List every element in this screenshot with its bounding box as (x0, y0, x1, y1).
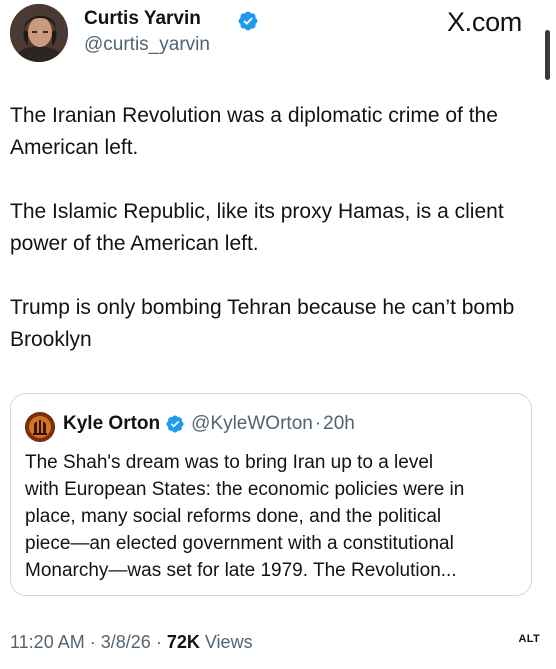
quoted-author-handle[interactable]: @KyleWOrton (191, 413, 313, 435)
tweet-screenshot: Curtis Yarvin @curtis_yarvin X.com The I… (0, 0, 556, 669)
meta-separator: · (89, 632, 96, 652)
verified-badge-icon (238, 11, 258, 31)
tweet-meta: 11:20 AM · 3/8/26 · 72K Views (10, 632, 253, 653)
tweet-text: The Iranian Revolution was a diplomatic … (10, 100, 536, 388)
quoted-timestamp[interactable]: 20h (323, 413, 355, 435)
views-count: 72K (166, 632, 200, 652)
quoted-separator: · (314, 413, 322, 434)
quoted-avatar-image (25, 412, 55, 442)
meta-separator: · (155, 632, 162, 652)
tweet-paragraph: The Islamic Republic, like its proxy Ham… (10, 200, 504, 255)
quoted-tweet-header: Kyle Orton @KyleWOrton · 20h (63, 413, 355, 435)
author-handle[interactable]: @curtis_yarvin (84, 34, 210, 56)
quoted-text-line: Monarchy—was set for late 1979. The Revo… (25, 560, 457, 581)
quoted-author-avatar (25, 412, 55, 442)
quoted-text-line: place, many social reforms done, and the… (25, 506, 442, 527)
tweet-date[interactable]: 3/8/26 (101, 632, 151, 652)
author-avatar[interactable] (10, 4, 68, 62)
author-avatar-image (10, 4, 68, 62)
tweet-paragraph: Trump is only bombing Tehran because he … (10, 296, 515, 351)
tweet-time[interactable]: 11:20 AM (10, 632, 85, 652)
alt-text-badge[interactable]: ALT (519, 633, 540, 645)
quoted-text-line: with European States: the economic polic… (25, 479, 465, 500)
tweet-paragraph: The Iranian Revolution was a diplomatic … (10, 104, 498, 159)
quoted-text-line: The Shah's dream was to bring Iran up to… (25, 452, 434, 473)
quoted-verified-badge-icon (166, 415, 184, 433)
author-name[interactable]: Curtis Yarvin (84, 8, 201, 30)
site-logo-text: X.com (446, 7, 522, 37)
quoted-text-line: piece—an elected government with a const… (25, 533, 454, 554)
quoted-author-name[interactable]: Kyle Orton (63, 413, 160, 435)
views-label: Views (204, 632, 253, 652)
quoted-tweet-card[interactable]: Kyle Orton @KyleWOrton · 20h The Shah's … (10, 393, 532, 596)
scrollbar-thumb[interactable] (545, 30, 550, 80)
quoted-tweet-text: The Shah's dream was to bring Iran up to… (25, 449, 525, 584)
